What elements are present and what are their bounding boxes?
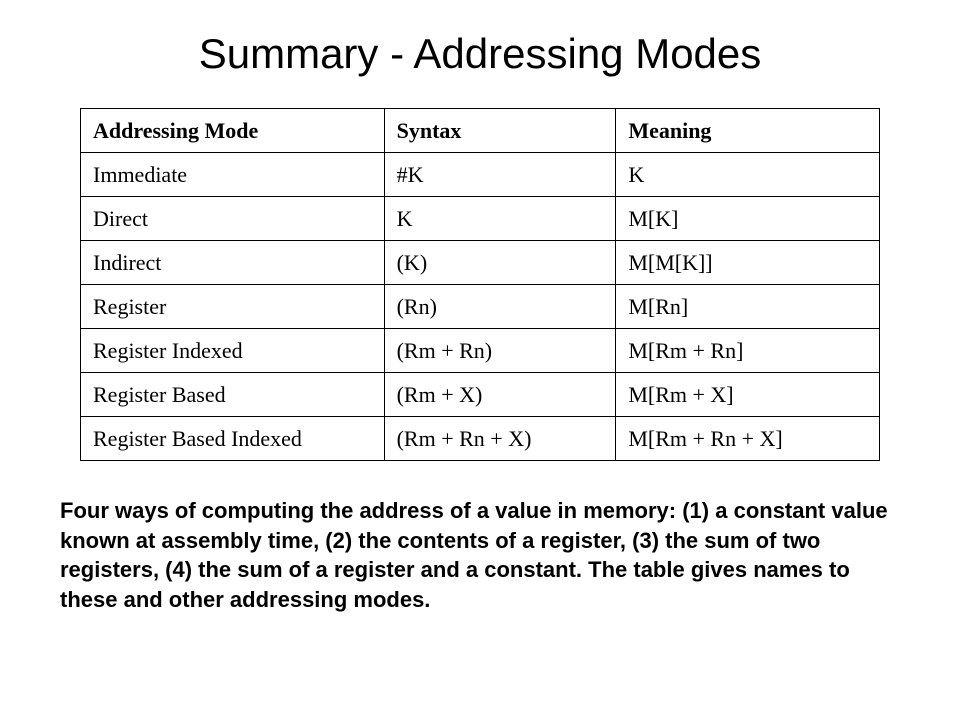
- cell-syntax: K: [384, 197, 616, 241]
- table-container: Addressing Mode Syntax Meaning Immediate…: [80, 108, 880, 461]
- cell-meaning: M[Rm + X]: [616, 373, 880, 417]
- table-row: Register Based (Rm + X) M[Rm + X]: [81, 373, 880, 417]
- cell-meaning: K: [616, 153, 880, 197]
- cell-mode: Indirect: [81, 241, 385, 285]
- cell-mode: Register: [81, 285, 385, 329]
- cell-mode: Register Indexed: [81, 329, 385, 373]
- table-row: Indirect (K) M[M[K]]: [81, 241, 880, 285]
- cell-syntax: (Rm + X): [384, 373, 616, 417]
- table-header-row: Addressing Mode Syntax Meaning: [81, 109, 880, 153]
- cell-syntax: (Rn): [384, 285, 616, 329]
- header-syntax: Syntax: [384, 109, 616, 153]
- table-row: Immediate #K K: [81, 153, 880, 197]
- cell-syntax: #K: [384, 153, 616, 197]
- cell-mode: Immediate: [81, 153, 385, 197]
- addressing-modes-table: Addressing Mode Syntax Meaning Immediate…: [80, 108, 880, 461]
- cell-mode: Register Based Indexed: [81, 417, 385, 461]
- page-title: Summary - Addressing Modes: [50, 30, 910, 78]
- cell-syntax: (Rm + Rn + X): [384, 417, 616, 461]
- cell-syntax: (K): [384, 241, 616, 285]
- cell-syntax: (Rm + Rn): [384, 329, 616, 373]
- cell-meaning: M[Rm + Rn]: [616, 329, 880, 373]
- cell-mode: Register Based: [81, 373, 385, 417]
- cell-meaning: M[Rm + Rn + X]: [616, 417, 880, 461]
- cell-meaning: M[K]: [616, 197, 880, 241]
- cell-meaning: M[M[K]]: [616, 241, 880, 285]
- table-row: Direct K M[K]: [81, 197, 880, 241]
- header-meaning: Meaning: [616, 109, 880, 153]
- header-addressing-mode: Addressing Mode: [81, 109, 385, 153]
- table-row: Register Based Indexed (Rm + Rn + X) M[R…: [81, 417, 880, 461]
- cell-meaning: M[Rn]: [616, 285, 880, 329]
- table-caption: Four ways of computing the address of a …: [50, 496, 910, 615]
- table-row: Register Indexed (Rm + Rn) M[Rm + Rn]: [81, 329, 880, 373]
- cell-mode: Direct: [81, 197, 385, 241]
- table-row: Register (Rn) M[Rn]: [81, 285, 880, 329]
